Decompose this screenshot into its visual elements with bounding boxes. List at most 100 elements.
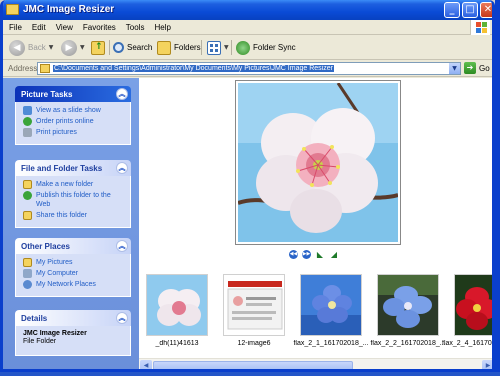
menu-help[interactable]: Help bbox=[154, 23, 170, 32]
details-folder-type: File Folder bbox=[23, 338, 57, 345]
previous-image-icon[interactable]: ◀◀ bbox=[289, 250, 298, 259]
back-arrow-icon: ◀ bbox=[9, 39, 25, 56]
place-label: My Pictures bbox=[36, 259, 73, 266]
other-places-title: Other Places bbox=[21, 241, 70, 251]
toolbar-separator bbox=[109, 40, 110, 55]
task-label: Share this folder bbox=[36, 212, 87, 219]
file-folder-tasks-panel: File and Folder Tasks ︽ Make a new folde… bbox=[15, 160, 131, 228]
search-label: Search bbox=[127, 43, 153, 52]
file-folder-tasks-header[interactable]: File and Folder Tasks ︽ bbox=[15, 160, 131, 176]
folder-sync-label: Folder Sync bbox=[253, 43, 296, 52]
other-places-header[interactable]: Other Places ︽ bbox=[15, 238, 131, 254]
picture-tasks-title: Picture Tasks bbox=[21, 89, 73, 99]
blue-flower-thumbnail bbox=[378, 275, 438, 335]
forward-button[interactable]: ▶ ▼ bbox=[61, 39, 85, 56]
views-button[interactable]: ▼ bbox=[207, 39, 229, 56]
task-label: Make a new folder bbox=[36, 181, 94, 188]
desktop-background bbox=[0, 372, 500, 376]
publish-web-icon bbox=[23, 191, 32, 200]
rotate-right-icon[interactable]: ◢ bbox=[329, 250, 339, 259]
scroll-right-icon[interactable]: ▶ bbox=[482, 360, 492, 369]
thumbnail[interactable] bbox=[300, 274, 362, 336]
toolbar-separator bbox=[231, 40, 232, 55]
task-share-folder[interactable]: Share this folder bbox=[23, 211, 125, 220]
thumbnail-caption: _dh(11)41613 bbox=[155, 340, 199, 347]
folders-label: Folders bbox=[174, 43, 201, 52]
thumbnail[interactable] bbox=[377, 274, 439, 336]
scroll-left-icon[interactable]: ◀ bbox=[140, 360, 152, 369]
menu-file[interactable]: File bbox=[9, 23, 22, 32]
menu-tools[interactable]: Tools bbox=[126, 23, 145, 32]
screenshot-thumbnail bbox=[224, 275, 284, 335]
minimize-button[interactable]: _ bbox=[444, 2, 460, 18]
thumbnail[interactable] bbox=[454, 274, 492, 336]
back-button[interactable]: ◀ Back ▼ bbox=[9, 39, 53, 56]
chevron-down-icon: ▼ bbox=[48, 44, 54, 51]
task-new-folder[interactable]: Make a new folder bbox=[23, 180, 125, 189]
red-flower-thumbnail bbox=[455, 275, 492, 335]
address-label: Address bbox=[8, 64, 38, 73]
thumbnail[interactable] bbox=[146, 274, 208, 336]
filmstrip-view: ◀◀ ▶▶ ◣ ◢ _dh(11)41613 12-image6 flax_2_… bbox=[139, 78, 492, 369]
search-button[interactable]: Search bbox=[113, 39, 152, 56]
blue-flower-thumbnail bbox=[301, 275, 361, 335]
printer-icon bbox=[23, 128, 32, 137]
place-my-computer[interactable]: My Computer bbox=[23, 269, 125, 278]
details-folder-name: JMC Image Resizer bbox=[23, 330, 87, 337]
menu-view[interactable]: View bbox=[56, 23, 73, 32]
place-label: My Network Places bbox=[36, 281, 96, 288]
task-view-slideshow[interactable]: View as a slide show bbox=[23, 106, 125, 115]
details-header[interactable]: Details ︽ bbox=[15, 310, 131, 326]
address-input[interactable]: C:\Documents and Settings\Administrator\… bbox=[37, 62, 461, 75]
task-order-prints[interactable]: Order prints online bbox=[23, 117, 125, 126]
folders-icon bbox=[157, 40, 171, 55]
folders-button[interactable]: Folders bbox=[157, 39, 201, 56]
scrollbar-thumb[interactable] bbox=[153, 361, 353, 369]
chevron-up-icon[interactable]: ︽ bbox=[116, 162, 128, 174]
picture-tasks-panel: Picture Tasks ︽ View as a slide show Ord… bbox=[15, 86, 131, 145]
thumbnail-caption: flax_2_2_161702018_... bbox=[370, 340, 446, 347]
network-icon bbox=[23, 280, 32, 289]
views-icon bbox=[207, 40, 221, 55]
task-pane: Picture Tasks ︽ View as a slide show Ord… bbox=[3, 78, 139, 369]
menu-bar: File Edit View Favorites Tools Help bbox=[3, 20, 492, 35]
thumbnail-caption: flax_2_4_161702018_... bbox=[442, 340, 492, 347]
task-publish-web[interactable]: Publish this folder to the Web bbox=[23, 191, 125, 209]
title-bar[interactable]: JMC Image Resizer _ □ ✕ bbox=[3, 0, 492, 20]
rotate-left-icon[interactable]: ◣ bbox=[315, 250, 325, 259]
go-button[interactable]: Go bbox=[479, 64, 490, 73]
up-folder-button[interactable]: ↑ bbox=[91, 39, 105, 56]
my-pictures-icon bbox=[23, 258, 32, 267]
menu-favorites[interactable]: Favorites bbox=[83, 23, 116, 32]
image-preview[interactable] bbox=[238, 83, 398, 242]
task-print-pictures[interactable]: Print pictures bbox=[23, 128, 125, 137]
folder-sync-button[interactable]: Folder Sync bbox=[236, 39, 296, 56]
chevron-down-icon: ▼ bbox=[224, 44, 229, 51]
go-arrow-icon[interactable]: ➔ bbox=[464, 62, 476, 74]
task-label: View as a slide show bbox=[36, 107, 101, 114]
picture-tasks-header[interactable]: Picture Tasks ︽ bbox=[15, 86, 131, 102]
next-image-icon[interactable]: ▶▶ bbox=[302, 250, 311, 259]
chevron-down-icon: ▼ bbox=[80, 44, 85, 51]
menu-edit[interactable]: Edit bbox=[32, 23, 46, 32]
address-bar: Address C:\Documents and Settings\Admini… bbox=[3, 60, 492, 77]
chevron-up-icon[interactable]: ︽ bbox=[116, 240, 128, 252]
place-my-network[interactable]: My Network Places bbox=[23, 280, 125, 289]
close-button[interactable]: ✕ bbox=[480, 2, 492, 18]
chevron-up-icon[interactable]: ︽ bbox=[116, 312, 128, 324]
chevron-down-icon[interactable]: ▼ bbox=[449, 63, 460, 74]
thumbnail-caption: flax_2_1_161702018_... bbox=[293, 340, 369, 347]
computer-icon bbox=[23, 269, 32, 278]
chevron-up-icon[interactable]: ︽ bbox=[116, 88, 128, 100]
blossom-photo bbox=[238, 83, 398, 242]
explorer-window: JMC Image Resizer _ □ ✕ File Edit View F… bbox=[0, 0, 495, 372]
details-title: Details bbox=[21, 313, 48, 323]
desktop-background bbox=[495, 0, 500, 376]
thumbnail[interactable] bbox=[223, 274, 285, 336]
toolbar: ◀ Back ▼ ▶ ▼ ↑ Search Folders ▼ Folder S… bbox=[3, 35, 492, 60]
place-my-pictures[interactable]: My Pictures bbox=[23, 258, 125, 267]
horizontal-scrollbar[interactable]: ◀ ▶ bbox=[139, 358, 492, 369]
maximize-button[interactable]: □ bbox=[462, 2, 478, 18]
search-icon bbox=[113, 42, 124, 53]
back-label: Back bbox=[28, 43, 46, 52]
